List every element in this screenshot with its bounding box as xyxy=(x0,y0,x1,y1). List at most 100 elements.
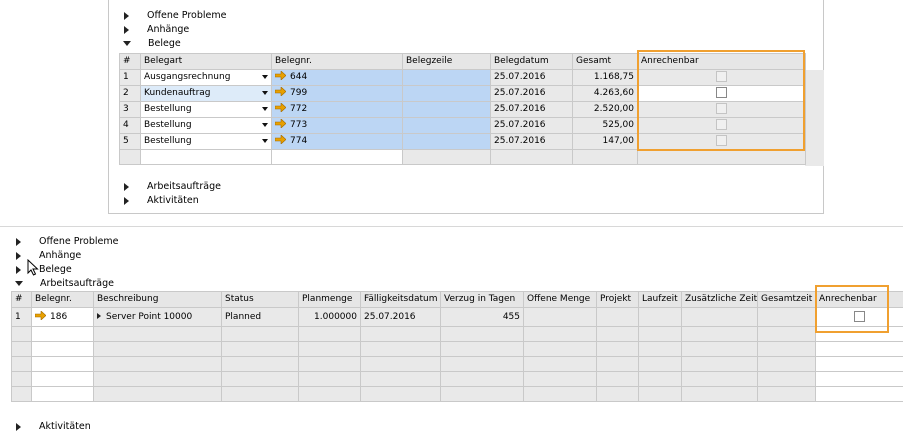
belegzeile-cell[interactable] xyxy=(402,69,491,86)
col-header[interactable]: Gesamt xyxy=(572,53,638,70)
belegzeile-cell[interactable] xyxy=(402,133,491,150)
triangle-right-icon[interactable] xyxy=(97,313,101,319)
belegart-select[interactable]: Ausgangsrechnung xyxy=(140,69,272,86)
triangle-down-icon xyxy=(123,41,131,46)
belegnr-cell[interactable]: 186 xyxy=(31,307,94,327)
triangle-right-icon xyxy=(124,196,129,205)
section-aktivitaeten-top[interactable]: Aktivitäten xyxy=(124,194,199,207)
col-header[interactable]: Laufzeit xyxy=(638,291,682,308)
col-header[interactable]: Beschreibung xyxy=(93,291,222,308)
link-arrow-icon[interactable] xyxy=(275,87,286,96)
link-arrow-icon[interactable] xyxy=(275,103,286,112)
chevron-down-icon[interactable] xyxy=(262,75,268,79)
table-row-empty[interactable] xyxy=(11,326,903,342)
row-number: 5 xyxy=(119,133,141,150)
link-arrow-icon[interactable] xyxy=(275,71,286,80)
row-number: 4 xyxy=(119,117,141,134)
table-row-empty[interactable] xyxy=(119,149,806,165)
belegzeile-cell[interactable] xyxy=(402,101,491,118)
empty-cell[interactable] xyxy=(637,149,806,165)
col-header[interactable]: Verzug in Tagen xyxy=(440,291,524,308)
section-arbeitsauftraege-top[interactable]: Arbeitsaufträge xyxy=(124,180,221,193)
gesamt-cell: 2.520,00 xyxy=(572,101,638,118)
triangle-right-icon xyxy=(124,182,129,191)
col-header[interactable]: Zusätzliche Zeit xyxy=(681,291,758,308)
planmenge-cell: 1.000000 xyxy=(298,307,361,327)
col-header[interactable]: Offene Menge xyxy=(523,291,597,308)
gesamt-cell: 147,00 xyxy=(572,133,638,150)
section-aktivitaeten-bottom[interactable]: Aktivitäten xyxy=(16,420,91,433)
empty-cell[interactable] xyxy=(271,149,403,165)
col-header[interactable]: Belegnr. xyxy=(31,291,94,308)
triangle-right-icon xyxy=(16,237,21,246)
belegdatum-cell: 25.07.2016 xyxy=(490,133,573,150)
triangle-right-icon xyxy=(124,25,129,34)
section-anhaenge-bottom[interactable]: Anhänge xyxy=(16,249,81,262)
belegnr-cell[interactable]: 799 xyxy=(271,85,403,102)
arbeitsauftraege-table: # Belegnr. Beschreibung Status Planmenge… xyxy=(11,291,903,402)
faelligkeit-cell: 25.07.2016 xyxy=(360,307,441,327)
col-header[interactable]: Belegnr. xyxy=(271,53,403,70)
belegnr-cell[interactable]: 772 xyxy=(271,101,403,118)
belegart-select[interactable]: Kundenauftrag xyxy=(140,85,272,102)
belegart-select[interactable]: Bestellung xyxy=(140,101,272,118)
belegnr-cell[interactable]: 773 xyxy=(271,117,403,134)
col-header[interactable]: # xyxy=(119,53,141,70)
triangle-right-icon xyxy=(16,265,21,274)
section-offene-probleme-top[interactable]: Offene Probleme xyxy=(124,9,226,22)
col-header[interactable]: Fälligkeitsdatum xyxy=(360,291,441,308)
chevron-down-icon[interactable] xyxy=(262,123,268,127)
belegnr-cell[interactable]: 644 xyxy=(271,69,403,86)
table-row-empty[interactable] xyxy=(11,356,903,372)
belegdatum-cell: 25.07.2016 xyxy=(490,85,573,102)
chevron-down-icon[interactable] xyxy=(262,107,268,111)
col-header[interactable]: Projekt xyxy=(596,291,639,308)
verzug-cell: 455 xyxy=(440,307,524,327)
belegart-select[interactable]: Bestellung xyxy=(140,133,272,150)
row-number xyxy=(119,149,141,165)
beschreibung-cell[interactable]: Server Point 10000 xyxy=(93,307,222,327)
section-belege-bottom[interactable]: Belege xyxy=(16,263,72,276)
highlight-box-anrechenbar xyxy=(637,50,805,151)
row-number: 3 xyxy=(119,101,141,118)
grid-filler xyxy=(805,70,824,166)
triangle-down-icon xyxy=(15,281,23,286)
col-header[interactable]: Status xyxy=(221,291,299,308)
table-row-empty[interactable] xyxy=(11,386,903,402)
triangle-right-icon xyxy=(124,11,129,20)
chevron-down-icon[interactable] xyxy=(262,139,268,143)
table-row-empty[interactable] xyxy=(11,371,903,387)
chevron-down-icon[interactable] xyxy=(262,91,268,95)
empty-cell[interactable] xyxy=(402,149,491,165)
belegnr-cell[interactable]: 774 xyxy=(271,133,403,150)
col-header[interactable]: # xyxy=(11,291,32,308)
col-header[interactable]: Gesamtzeit xyxy=(757,291,816,308)
table-header: # Belegnr. Beschreibung Status Planmenge… xyxy=(11,291,903,308)
table-row-empty[interactable] xyxy=(11,341,903,357)
empty-cell[interactable] xyxy=(572,149,638,165)
col-header[interactable]: Belegart xyxy=(140,53,272,70)
link-arrow-icon[interactable] xyxy=(35,310,46,320)
belegzeile-cell[interactable] xyxy=(402,85,491,102)
offene-menge-cell xyxy=(523,307,597,327)
row-number: 2 xyxy=(119,85,141,102)
table-row[interactable]: 1 186 Server Point 10000 Planned 1.00000… xyxy=(11,307,903,327)
col-header[interactable]: Belegzeile xyxy=(402,53,491,70)
status-cell: Planned xyxy=(221,307,299,327)
col-header[interactable]: Belegdatum xyxy=(490,53,573,70)
empty-cell[interactable] xyxy=(490,149,573,165)
separator xyxy=(0,226,903,227)
section-offene-probleme-bottom[interactable]: Offene Probleme xyxy=(16,235,118,248)
belegart-select[interactable]: Bestellung xyxy=(140,117,272,134)
section-anhaenge-top[interactable]: Anhänge xyxy=(124,23,189,36)
section-belege-top[interactable]: Belege xyxy=(123,37,181,50)
laufzeit-cell xyxy=(638,307,682,327)
col-header[interactable]: Planmenge xyxy=(298,291,361,308)
link-arrow-icon[interactable] xyxy=(275,119,286,128)
empty-cell[interactable] xyxy=(140,149,272,165)
projekt-cell xyxy=(596,307,639,327)
belegzeile-cell[interactable] xyxy=(402,117,491,134)
link-arrow-icon[interactable] xyxy=(275,135,286,144)
highlight-box-anrechenbar xyxy=(815,285,889,333)
section-arbeitsauftraege-bottom[interactable]: Arbeitsaufträge xyxy=(15,277,114,290)
